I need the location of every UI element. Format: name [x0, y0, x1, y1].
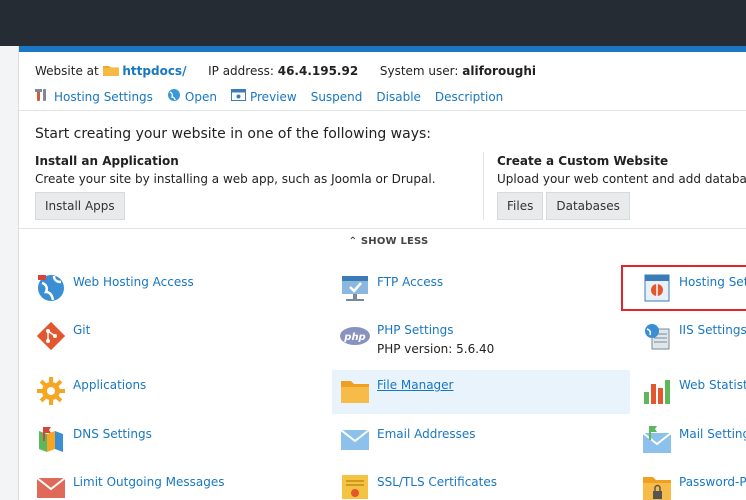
preview-link[interactable]: Preview	[230, 88, 297, 105]
system-user-label: System user:	[379, 64, 459, 78]
website-path-link[interactable]: httpdocs/	[122, 64, 186, 78]
tool-password-protected[interactable]: Password-Pro	[641, 472, 746, 500]
tool-label: Hosting Setti	[679, 275, 746, 289]
dns-icon	[35, 424, 67, 456]
hosting-settings-link[interactable]: Hosting Settings	[35, 88, 153, 105]
tool-label: File Manager	[377, 378, 454, 392]
ftp-icon	[339, 272, 371, 304]
tool-label: Applications	[73, 378, 147, 392]
php-version: PHP version: 5.6.40	[377, 342, 495, 356]
svg-text:php: php	[343, 332, 365, 343]
tool-label: FTP Access	[377, 275, 444, 289]
tool-email-addresses[interactable]: Email Addresses	[339, 424, 476, 456]
website-info: Website at httpdocs/ IP address: 46.4.19…	[35, 64, 536, 78]
php-icon: php	[339, 320, 371, 352]
install-apps-button[interactable]: Install Apps	[35, 192, 125, 220]
website-label: Website at	[35, 64, 99, 78]
mail-settings-icon	[641, 424, 673, 456]
custom-website-title: Create a Custom Website	[497, 154, 669, 168]
tool-web-statistics[interactable]: Web Statistic	[641, 375, 746, 407]
install-app-desc: Create your site by installing a web app…	[35, 172, 436, 186]
folder-icon	[102, 64, 123, 78]
website-actions: Hosting Settings Open Preview Suspend Di…	[35, 88, 503, 105]
tool-label: Git	[73, 323, 91, 337]
bar-chart-icon	[641, 375, 673, 407]
preview-icon	[230, 89, 246, 104]
globe-icon	[35, 272, 67, 304]
tool-applications[interactable]: Applications	[35, 375, 146, 407]
limit-mail-icon	[35, 472, 67, 500]
subscription-panel: Website at httpdocs/ IP address: 46.4.19…	[18, 46, 746, 500]
globe-icon	[167, 88, 181, 105]
disable-link[interactable]: Disable	[376, 88, 421, 105]
tool-ftp-access[interactable]: FTP Access	[339, 272, 443, 304]
system-user-value: aliforoughi	[462, 64, 537, 78]
install-app-section: Install an Application Create your site …	[35, 154, 436, 220]
tool-label: Password-Pro	[679, 475, 746, 489]
custom-website-section: Create a Custom Website Upload your web …	[497, 154, 746, 220]
tool-web-hosting-access[interactable]: Web Hosting Access	[35, 272, 194, 304]
show-less-toggle[interactable]: ⌃ SHOW LESS	[19, 236, 746, 247]
preview-link-label: Preview	[249, 89, 297, 104]
show-less-label: SHOW LESS	[360, 236, 429, 247]
custom-website-desc: Upload your web content and add database…	[497, 172, 746, 186]
section-separator	[483, 152, 484, 220]
tool-label: Limit Outgoing Messages	[73, 475, 225, 489]
tool-git[interactable]: Git	[35, 320, 90, 352]
tool-label: Mail Settings	[679, 427, 746, 441]
start-title: Start creating your website in one of th…	[35, 126, 431, 142]
tool-label: Web Statistic	[679, 378, 746, 392]
tool-label: Email Addresses	[377, 427, 476, 441]
envelope-icon	[339, 424, 371, 456]
iis-icon	[641, 320, 673, 352]
tool-ssl-tls-certificates[interactable]: SSL/TLS Certificates	[339, 472, 497, 500]
tool-php-settings[interactable]: php PHP Settings PHP version: 5.6.40	[339, 320, 494, 356]
tool-label: SSL/TLS Certificates	[377, 475, 497, 489]
install-app-title: Install an Application	[35, 154, 179, 168]
certificate-icon	[339, 472, 371, 500]
ip-label: IP address:	[208, 64, 274, 78]
gear-icon	[35, 375, 67, 407]
hosting-settings-link-label: Hosting Settings	[54, 89, 153, 104]
top-bar	[0, 0, 746, 46]
folder-icon	[339, 375, 371, 407]
tool-file-manager[interactable]: File Manager	[339, 375, 454, 407]
ip-value: 46.4.195.92	[277, 64, 359, 78]
tool-label: IIS Settings	[679, 323, 746, 337]
tool-dns-settings[interactable]: DNS Settings	[35, 424, 152, 456]
open-link-label: Open	[184, 89, 217, 104]
divider	[19, 228, 746, 229]
tool-label: PHP Settings	[377, 323, 454, 337]
tool-mail-settings[interactable]: Mail Settings	[641, 424, 746, 456]
tool-hosting-settings[interactable]: Hosting Setti	[641, 272, 746, 304]
lock-folder-icon	[641, 472, 673, 500]
git-icon	[35, 320, 67, 352]
chevron-up-icon: ⌃	[348, 236, 358, 247]
tool-label: Web Hosting Access	[73, 275, 194, 289]
accent-bar	[19, 46, 746, 52]
suspend-link[interactable]: Suspend	[311, 88, 363, 105]
description-link[interactable]: Description	[435, 88, 503, 105]
tool-label: DNS Settings	[73, 427, 152, 441]
hosting-settings-icon	[641, 272, 673, 304]
tools-icon	[35, 88, 50, 105]
tool-limit-outgoing-messages[interactable]: Limit Outgoing Messages	[35, 472, 225, 500]
open-link[interactable]: Open	[167, 88, 217, 105]
databases-button[interactable]: Databases	[546, 192, 630, 220]
divider	[19, 110, 746, 111]
files-button[interactable]: Files	[497, 192, 544, 220]
tool-iis-settings[interactable]: IIS Settings	[641, 320, 746, 352]
